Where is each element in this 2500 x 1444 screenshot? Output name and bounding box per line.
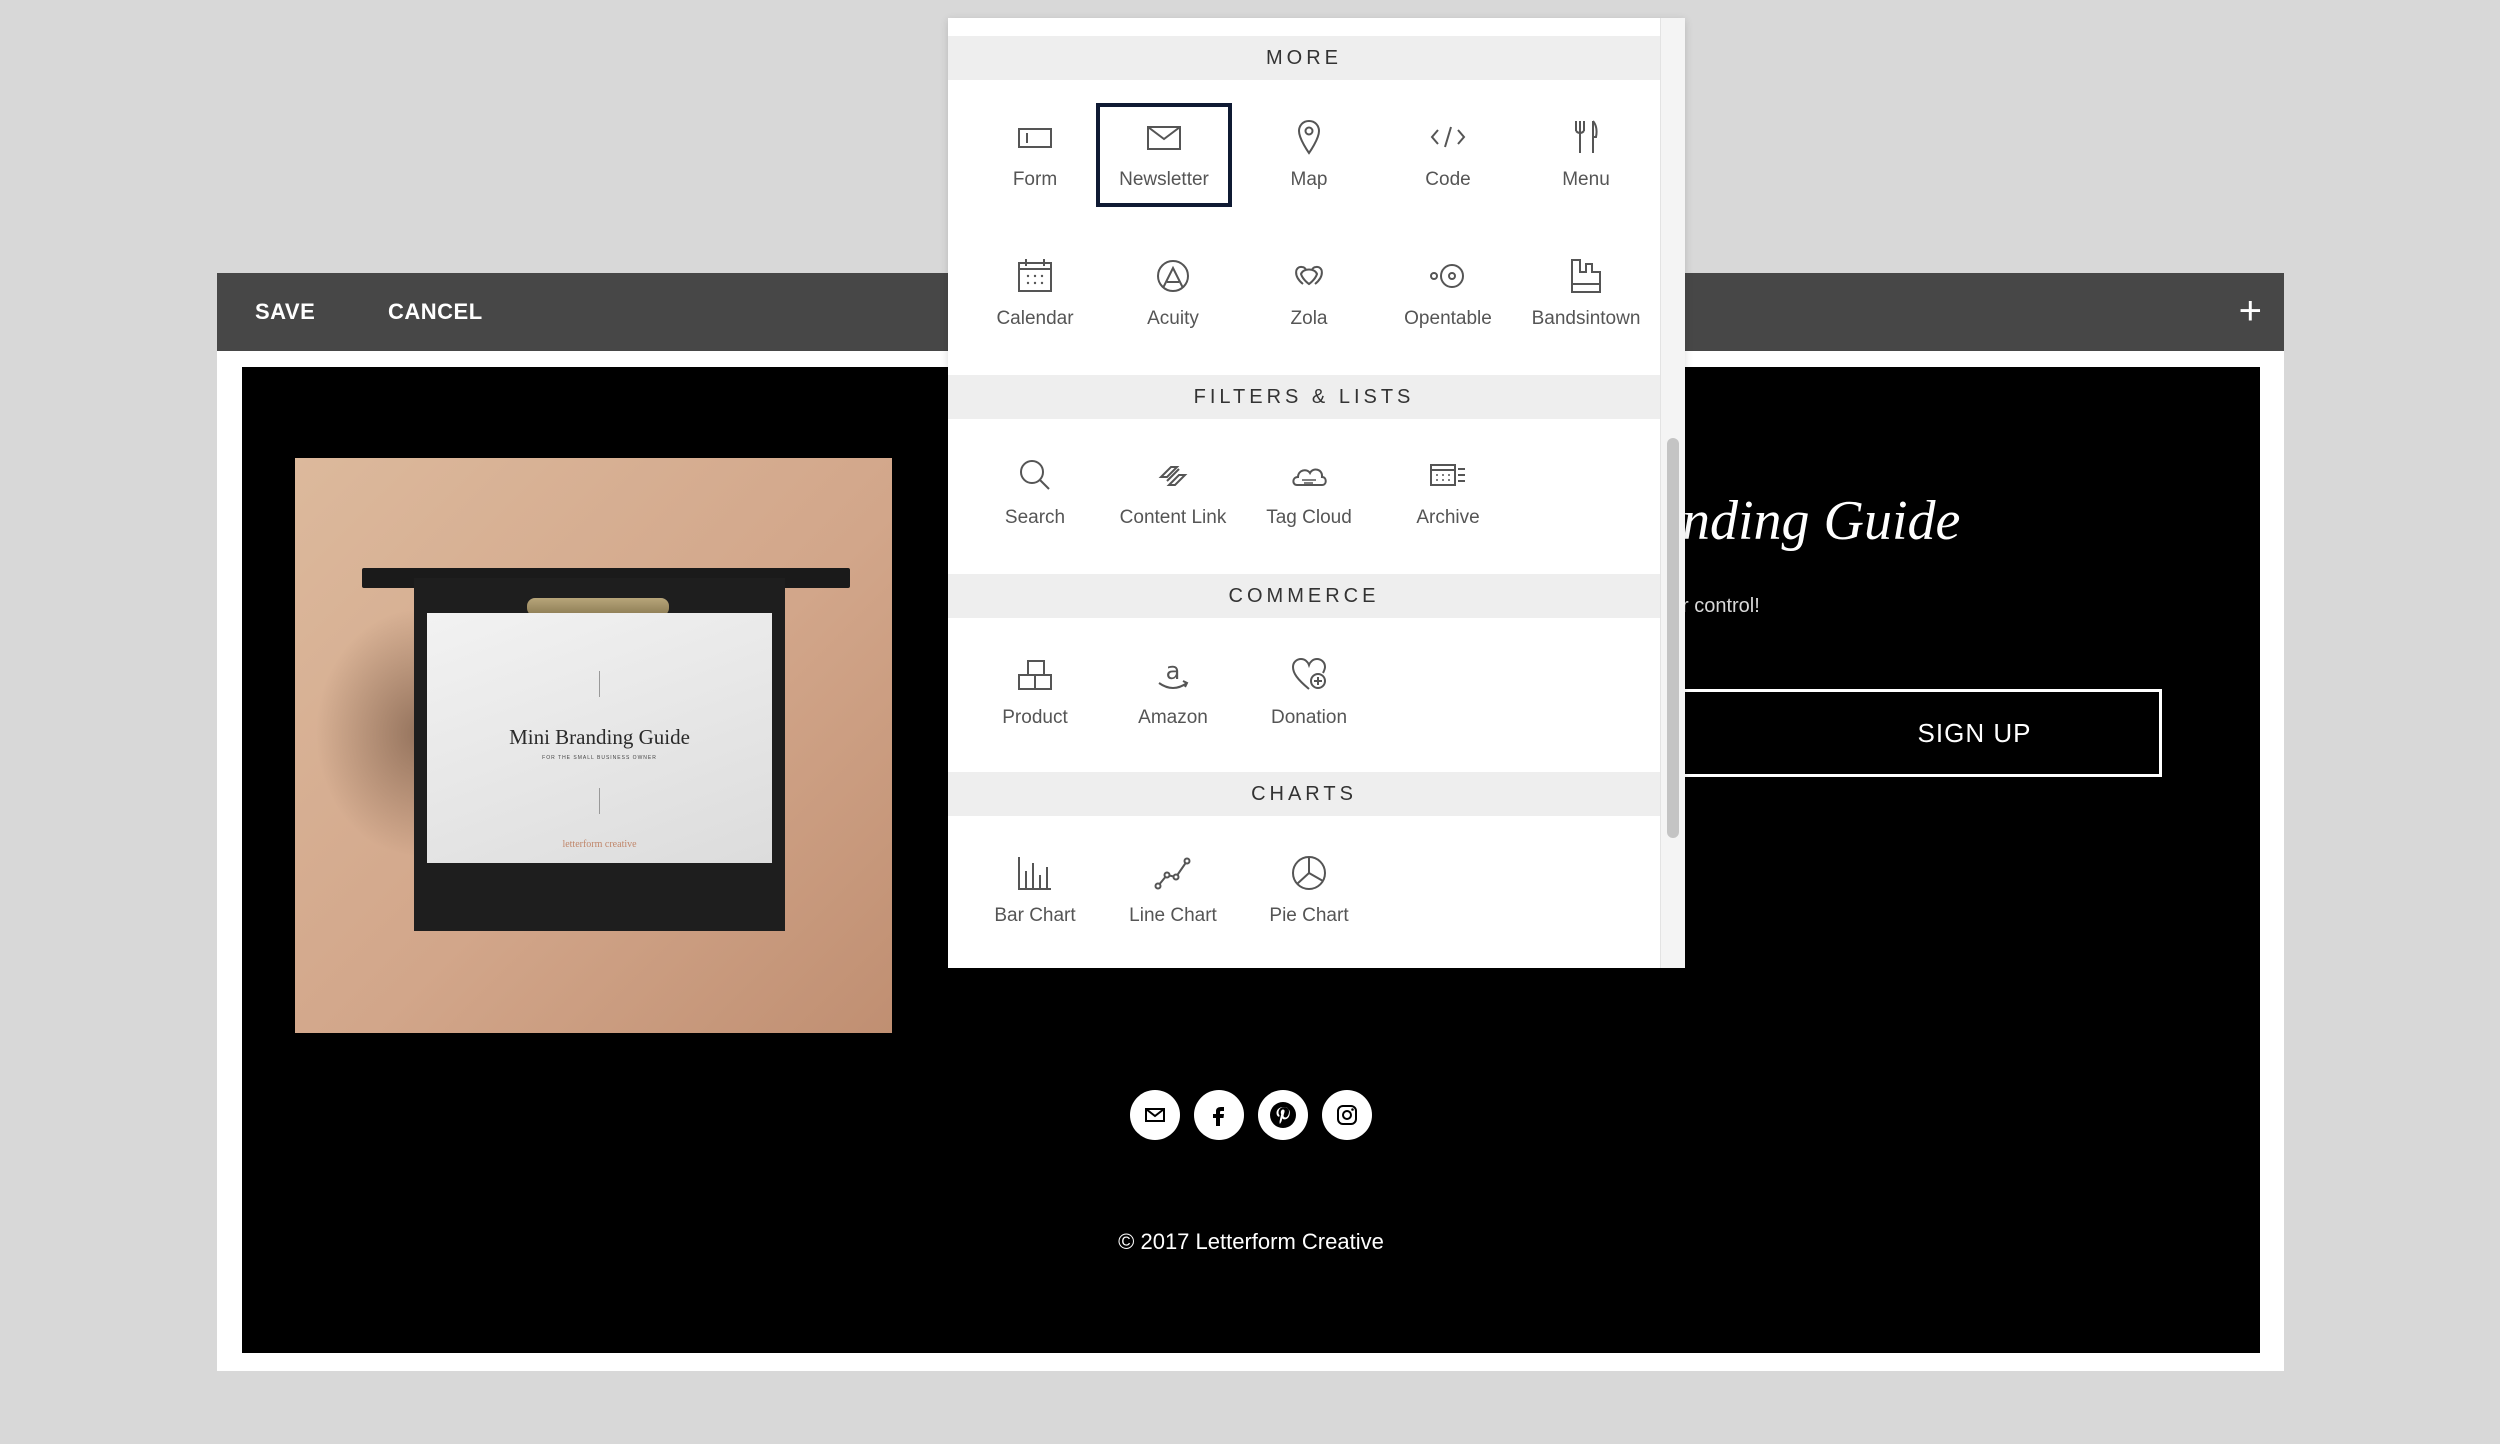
pinterest-icon[interactable]	[1258, 1090, 1308, 1140]
block-bandsintown[interactable]: Bandsintown	[1518, 242, 1654, 346]
menu-icon	[1575, 120, 1598, 153]
email-icon[interactable]	[1130, 1090, 1180, 1140]
block-donation[interactable]: Donation	[1241, 641, 1377, 745]
block-map[interactable]: Map	[1241, 103, 1377, 207]
block-label: Bandsintown	[1531, 308, 1641, 329]
svg-text:a: a	[1166, 657, 1181, 685]
block-search[interactable]: Search	[967, 441, 1103, 545]
block-label: Tag Cloud	[1266, 507, 1352, 528]
block-label: Code	[1425, 169, 1471, 190]
section-header-charts: CHARTS	[948, 772, 1660, 816]
block-label: Content Link	[1119, 507, 1227, 528]
product-image: Mini Branding Guide FOR THE SMALL BUSINE…	[295, 458, 892, 1033]
amazon-icon: a	[1158, 657, 1189, 689]
block-archive[interactable]: Archive	[1380, 441, 1516, 545]
facebook-icon[interactable]	[1194, 1090, 1244, 1140]
bar-chart-icon	[1018, 857, 1051, 890]
paper-divider	[599, 671, 600, 697]
block-label: Pie Chart	[1269, 905, 1349, 926]
block-picker-panel: MORE Form Newsletter Map Code Menu Calen…	[948, 18, 1685, 968]
newsletter-icon	[1147, 126, 1181, 150]
content-link-icon	[1158, 466, 1188, 486]
block-tag-cloud[interactable]: Tag Cloud	[1241, 441, 1377, 545]
block-pie-chart[interactable]: Pie Chart	[1241, 839, 1377, 943]
block-menu[interactable]: Menu	[1518, 103, 1654, 207]
block-label: Amazon	[1138, 707, 1208, 728]
block-label: Archive	[1416, 507, 1480, 528]
picker-scrollbar[interactable]	[1660, 18, 1685, 968]
cancel-button[interactable]: CANCEL	[388, 273, 483, 351]
guide-title: Mini Branding Guide	[509, 725, 690, 749]
line-chart-icon	[1154, 857, 1191, 890]
copyright-text: © 2017 Letterform Creative	[1118, 1229, 1384, 1254]
block-amazon[interactable]: a Amazon	[1105, 641, 1241, 745]
block-label: Newsletter	[1119, 169, 1209, 190]
product-icon	[1018, 660, 1052, 690]
section-header-commerce: COMMERCE	[948, 574, 1660, 618]
section-header-more: MORE	[948, 36, 1660, 80]
block-label: Opentable	[1404, 308, 1492, 329]
block-bar-chart[interactable]: Bar Chart	[967, 839, 1103, 943]
calendar-icon	[1018, 259, 1052, 292]
block-zola[interactable]: Zola	[1241, 242, 1377, 346]
bandsintown-icon	[1571, 259, 1601, 293]
map-icon	[1297, 119, 1321, 155]
block-opentable[interactable]: Opentable	[1380, 242, 1516, 346]
code-icon	[1430, 126, 1466, 148]
block-product[interactable]: Product	[967, 641, 1103, 745]
opentable-icon	[1430, 264, 1464, 288]
acuity-icon	[1157, 260, 1189, 292]
search-icon	[1020, 460, 1050, 490]
guide-paper: Mini Branding Guide FOR THE SMALL BUSINE…	[427, 613, 772, 863]
block-label: Search	[1004, 507, 1066, 528]
tag-cloud-icon	[1292, 468, 1327, 486]
pie-chart-icon	[1292, 856, 1326, 890]
save-button[interactable]: SAVE	[255, 273, 315, 351]
block-label: Acuity	[1147, 308, 1199, 329]
block-label: Map	[1290, 169, 1328, 190]
block-acuity[interactable]: Acuity	[1105, 242, 1241, 346]
page-subtext: r control!	[1682, 595, 1760, 617]
add-block-button[interactable]: +	[2239, 273, 2262, 351]
donation-icon	[1291, 657, 1327, 690]
guide-subtitle: FOR THE SMALL BUSINESS OWNER	[542, 755, 657, 761]
block-newsletter[interactable]: Newsletter	[1096, 103, 1232, 207]
block-form[interactable]: Form	[967, 103, 1103, 207]
block-content-link[interactable]: Content Link	[1105, 441, 1241, 545]
sign-up-button[interactable]: SIGN UP	[1667, 689, 2162, 777]
block-label: Bar Chart	[994, 905, 1076, 926]
block-label: Line Chart	[1129, 905, 1217, 926]
instagram-icon[interactable]	[1322, 1090, 1372, 1140]
social-icons	[1130, 1090, 1372, 1140]
block-label: Zola	[1290, 308, 1328, 329]
archive-icon	[1430, 464, 1465, 486]
page-heading: nding Guide	[1682, 490, 1961, 552]
block-label: Calendar	[996, 308, 1074, 329]
block-label: Product	[1002, 707, 1068, 728]
block-code[interactable]: Code	[1380, 103, 1516, 207]
block-label: Donation	[1270, 707, 1348, 728]
section-header-filters-lists: FILTERS & LISTS	[948, 375, 1660, 419]
block-label: Form	[1012, 169, 1058, 190]
picker-scroll-thumb[interactable]	[1667, 438, 1679, 838]
form-icon	[1018, 128, 1052, 148]
block-calendar[interactable]: Calendar	[967, 242, 1103, 346]
block-line-chart[interactable]: Line Chart	[1105, 839, 1241, 943]
block-label: Menu	[1562, 169, 1610, 190]
paper-divider	[599, 788, 600, 814]
zola-icon	[1295, 265, 1323, 286]
guide-brand: letterform creative	[562, 839, 637, 850]
